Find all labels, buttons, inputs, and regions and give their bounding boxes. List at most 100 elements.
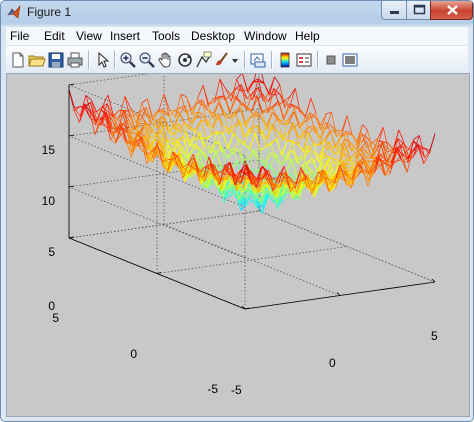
z-tick-label: 10 — [42, 194, 56, 208]
mesh-line — [211, 112, 219, 135]
x-tick — [336, 292, 341, 296]
mesh-line — [201, 99, 208, 127]
mesh-line — [270, 138, 277, 144]
mesh-line — [402, 161, 408, 163]
menu-insert[interactable]: Insert — [110, 29, 140, 43]
mesh-line — [256, 95, 263, 114]
mesh-line — [290, 158, 297, 177]
mesh-line — [141, 98, 148, 104]
y-tick — [156, 272, 162, 274]
close-button[interactable] — [430, 1, 473, 20]
mesh-line — [68, 89, 75, 111]
mesh-line — [278, 100, 284, 121]
y-grid-line — [68, 210, 260, 239]
mesh-line — [194, 131, 201, 150]
maximize-button[interactable] — [406, 1, 431, 20]
menu-file[interactable]: File — [10, 29, 29, 43]
new-figure-icon[interactable] — [9, 51, 27, 69]
mesh-line — [310, 97, 317, 113]
rotate-3d-icon[interactable] — [176, 51, 194, 69]
mesh-line — [73, 110, 80, 123]
hide-plot-tools-icon[interactable] — [322, 51, 340, 69]
edit-plot-arrow-icon[interactable] — [93, 51, 111, 69]
mesh-line — [304, 98, 312, 118]
zoom-out-icon[interactable] — [138, 51, 156, 69]
x-tick-label: 5 — [431, 329, 438, 343]
mesh-line — [232, 147, 239, 150]
mesh-line — [215, 149, 222, 168]
brush-dropdown-icon[interactable] — [230, 51, 240, 69]
mesh-line — [272, 100, 279, 109]
x-tick-label: 0 — [329, 356, 336, 370]
mesh-line — [259, 149, 266, 168]
surface-mesh — [68, 74, 436, 214]
minimize-button[interactable] — [381, 1, 407, 20]
mesh-line — [139, 122, 146, 125]
zoom-in-icon[interactable] — [119, 51, 137, 69]
menu-desktop[interactable]: Desktop — [191, 29, 235, 43]
mesh-line — [191, 102, 198, 116]
mesh-line — [302, 132, 310, 150]
save-icon[interactable] — [47, 51, 65, 69]
mesh-line — [180, 94, 187, 113]
insert-colorbar-icon[interactable] — [276, 51, 294, 69]
menu-help[interactable]: Help — [295, 29, 320, 43]
menu-tools[interactable]: Tools — [152, 29, 180, 43]
mesh-line — [233, 133, 239, 140]
mesh-line — [281, 140, 288, 155]
mesh-line — [271, 123, 278, 139]
y-tick-label: 0 — [130, 347, 137, 361]
mesh-line — [293, 111, 300, 124]
mesh-line — [297, 144, 304, 150]
z-tick — [68, 83, 75, 86]
mesh-line — [313, 142, 320, 145]
toolbar-separator — [271, 51, 273, 69]
y-grid-line — [156, 246, 348, 274]
y-tick-label: 5 — [52, 311, 59, 325]
mesh-line — [325, 112, 332, 130]
mesh-line — [341, 115, 348, 138]
mesh-line — [242, 74, 248, 91]
mesh-line — [113, 110, 120, 117]
pan-hand-icon[interactable] — [157, 51, 175, 69]
mesh-line — [179, 112, 186, 123]
mesh-line — [429, 133, 436, 154]
box-floor-edge — [258, 210, 436, 283]
mesh-line — [243, 144, 250, 149]
z-tick-label: 15 — [42, 143, 56, 157]
mesh-line — [280, 154, 287, 165]
mesh-line — [268, 76, 275, 93]
data-cursor-icon[interactable] — [195, 51, 213, 69]
mesh-line — [269, 164, 276, 176]
y-tick-label: -5 — [207, 382, 218, 396]
mesh-line — [248, 133, 256, 149]
mesh-line — [263, 82, 270, 93]
mesh-line — [197, 85, 204, 99]
z-tick-label: 5 — [48, 245, 55, 259]
mesh-line — [274, 76, 280, 85]
z-grid-line — [68, 186, 246, 259]
figure-window: Figure 1 File Edit View Insert Tools Des… — [0, 0, 474, 422]
menu-window[interactable]: Window — [244, 29, 287, 43]
mesh-line — [224, 95, 231, 114]
insert-legend-icon[interactable] — [295, 51, 313, 69]
x-tick-label: -5 — [231, 383, 242, 397]
figure-toolbar — [6, 46, 468, 74]
mesh-line — [377, 140, 383, 142]
surface-plot[interactable]: 15 10 5 0 5 0 -5 -5 0 5 — [7, 74, 469, 416]
show-plot-tools-icon[interactable] — [341, 51, 359, 69]
open-file-icon[interactable] — [28, 51, 46, 69]
title-bar[interactable]: Figure 1 — [1, 1, 473, 25]
mesh-line — [331, 112, 337, 137]
mesh-line — [233, 119, 240, 134]
link-plot-icon[interactable] — [249, 51, 267, 69]
mesh-line — [227, 133, 234, 149]
mesh-line — [218, 102, 225, 112]
brush-icon[interactable] — [213, 51, 231, 69]
print-icon[interactable] — [66, 51, 84, 69]
figure-canvas[interactable]: 15 10 5 0 5 0 -5 -5 0 5 — [6, 73, 470, 417]
menu-edit[interactable]: Edit — [44, 29, 65, 43]
menu-view[interactable]: View — [76, 29, 102, 43]
toolbar-separator — [88, 51, 90, 69]
mesh-line — [289, 88, 296, 97]
